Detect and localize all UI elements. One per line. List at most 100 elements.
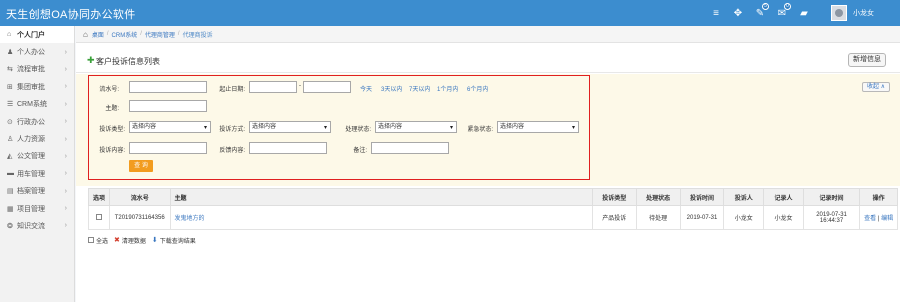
breadcrumb-separator: /	[140, 31, 142, 37]
home-icon: ⌂	[7, 31, 12, 39]
select-all-checkbox[interactable]	[88, 237, 94, 243]
sidebar-item-label: 档案管理	[17, 188, 45, 196]
chevron-right-icon: ›	[64, 100, 67, 108]
breadcrumb-crm[interactable]: CRM系统	[112, 30, 138, 39]
sidebar-item-admin[interactable]: ⊙ 行政办公 ›	[0, 113, 74, 130]
table-footer: 全选 ✖ 清理数据 ⬇ 下载查询结果	[88, 234, 202, 246]
quick-date-7days[interactable]: 7天以内	[409, 84, 430, 93]
download-results-button[interactable]: ⬇ 下载查询结果	[152, 236, 196, 245]
complaint-method-select[interactable]: 选择内容 ▾	[249, 121, 331, 133]
filter-form: 流水号: 起止日期: - 今天 3天以内 7天以内 1个月内 6个月内 主题: …	[88, 75, 590, 180]
delete-icon: ✖	[114, 237, 120, 244]
chevron-right-icon: ›	[64, 65, 67, 73]
complaint-type-select[interactable]: 选择内容 ▾	[129, 121, 211, 133]
crm-icon: ☰	[7, 101, 14, 109]
sidebar-item-label: 公文管理	[17, 153, 45, 161]
subject-input[interactable]	[129, 100, 207, 112]
record-clock: 16:44:37	[819, 217, 844, 224]
sidebar-item-label: 流程审批	[17, 66, 45, 74]
edit-link[interactable]: 编辑	[881, 216, 893, 222]
col-subject: 主题	[169, 188, 593, 206]
message-icon[interactable]: ▰	[793, 0, 815, 26]
sidebar-item-hr[interactable]: ♙ 人力资源 ›	[0, 130, 74, 147]
col-complainant: 投诉人	[723, 188, 765, 206]
quick-date-3days[interactable]: 3天以内	[381, 84, 402, 93]
end-date-input[interactable]	[303, 81, 351, 93]
avatar[interactable]	[831, 5, 847, 21]
home-icon[interactable]: ⌂	[83, 30, 88, 39]
username[interactable]: 小龙女	[853, 8, 874, 18]
chat-icon[interactable]: ✎ 5	[749, 0, 771, 26]
row-checkbox[interactable]	[95, 214, 102, 221]
menu-icon[interactable]: ≡	[705, 0, 727, 26]
sidebar-item-label: 个人门户	[17, 31, 45, 39]
add-info-button[interactable]: 新增信息	[848, 53, 886, 67]
remark-input[interactable]	[371, 142, 449, 154]
start-date-input[interactable]	[249, 81, 297, 93]
breadcrumb-separator: /	[177, 31, 180, 37]
sidebar-item-car[interactable]: ▬ 用车管理 ›	[0, 165, 74, 182]
view-link[interactable]: 查看	[864, 216, 876, 222]
quick-date-6months[interactable]: 6个月内	[467, 84, 488, 93]
col-serial: 流水号	[108, 188, 171, 206]
mail-badge: 0	[784, 3, 791, 10]
admin-icon: ⊙	[7, 118, 13, 126]
clear-data-button[interactable]: ✖ 清理数据	[114, 236, 146, 245]
urgency-value: 选择内容	[500, 124, 525, 130]
sidebar-item-label: 用车管理	[17, 170, 45, 178]
complaint-table: 选项 流水号 主题 投诉类型 处理状态 投诉时间 投诉人 记录人 记录时间 操作…	[88, 188, 898, 230]
chevron-down-icon: ▾	[449, 125, 453, 131]
chevron-down-icon: ▾	[323, 125, 327, 131]
table-header-row: 选项 流水号 主题 投诉类型 处理状态 投诉时间 投诉人 记录人 记录时间 操作	[88, 188, 898, 206]
content-input[interactable]	[129, 142, 207, 154]
sidebar-item-workflow[interactable]: ⇆ 流程审批 ›	[0, 61, 74, 78]
collapse-button[interactable]: 收起 ∧	[862, 82, 890, 92]
sidebar-item-document[interactable]: ◭ 公文管理 ›	[0, 148, 74, 165]
subject-cell: 发鬼地方的	[169, 205, 593, 230]
sidebar-item-portal[interactable]: ⌂ 个人门户	[0, 26, 74, 44]
recorder-cell: 小龙女	[763, 205, 804, 230]
process-status-value: 选择内容	[378, 124, 403, 130]
mail-icon[interactable]: ✉ 0	[771, 0, 793, 26]
sidebar-item-personal[interactable]: ♟ 个人办公 ›	[0, 43, 74, 60]
sidebar-item-crm[interactable]: ☰ CRM系统 ›	[0, 96, 74, 113]
complaint-type-value: 选择内容	[132, 124, 157, 130]
chevron-right-icon: ›	[64, 118, 67, 126]
chevron-right-icon: ›	[64, 205, 67, 213]
breadcrumb-separator: /	[106, 31, 109, 37]
row-select-cell	[88, 205, 110, 230]
remark-label: 备注:	[353, 148, 367, 154]
serial-input[interactable]	[129, 81, 207, 93]
sidebar-item-archive[interactable]: ▤ 档案管理 ›	[0, 183, 74, 200]
sidebar-item-label: 知识交流	[17, 222, 45, 230]
sidebar-item-group[interactable]: ⊞ 集团审批 ›	[0, 78, 74, 95]
quick-date-1month[interactable]: 1个月内	[437, 84, 458, 93]
urgency-select[interactable]: 选择内容 ▾	[497, 121, 579, 133]
col-operation: 操作	[859, 188, 898, 206]
expand-icon[interactable]: ✥	[727, 0, 749, 26]
breadcrumb-agent-management[interactable]: 代理商管理	[145, 30, 175, 39]
sidebar-item-label: 集团审批	[17, 83, 45, 91]
sidebar-item-knowledge[interactable]: ❂ 知识交流 ›	[0, 217, 74, 234]
search-button[interactable]: 查 询	[129, 160, 153, 172]
feedback-input[interactable]	[249, 142, 327, 154]
subject-link[interactable]: 发鬼地方的	[175, 216, 205, 222]
chevron-right-icon: ›	[64, 152, 67, 160]
filter-area: 流水号: 起止日期: - 今天 3天以内 7天以内 1个月内 6个月内 主题: …	[76, 74, 900, 186]
chevron-right-icon: ›	[64, 48, 67, 56]
quick-date-today[interactable]: 今天	[360, 84, 372, 93]
sidebar-item-project[interactable]: ▦ 项目管理 ›	[0, 200, 74, 217]
sidebar: ⌂ 个人门户 ♟ 个人办公 › ⇆ 流程审批 › ⊞ 集团审批 › ☰ CRM系统 › ⊙ 行政办公…	[0, 26, 75, 302]
select-all-label: 全选	[96, 238, 109, 245]
top-header: 天生创想OA协同办公软件 ≡ ✥ ✎ 5 ✉ 0 ▰ 小龙女	[0, 0, 900, 26]
archive-icon: ▤	[7, 188, 14, 196]
col-type: 投诉类型	[591, 188, 637, 206]
chevron-down-icon: ▾	[571, 125, 575, 131]
chat-badge: 5	[762, 3, 769, 10]
chevron-right-icon: ›	[64, 83, 67, 91]
page-title: 客户投诉信息列表	[96, 57, 160, 66]
select-all[interactable]: 全选	[88, 236, 108, 245]
serial-label: 流水号:	[99, 87, 119, 93]
process-status-select[interactable]: 选择内容 ▾	[375, 121, 457, 133]
breadcrumb-desktop[interactable]: 桌面	[92, 30, 104, 39]
